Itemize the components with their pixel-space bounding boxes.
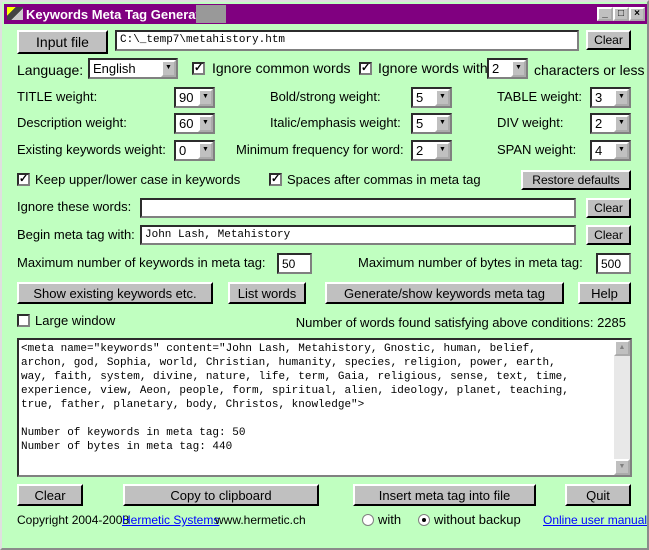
div-weight-select[interactable]: 2 ▼ xyxy=(590,113,631,134)
file-path-input[interactable]: C:\_temp7\metahistory.htm xyxy=(115,30,579,51)
chevron-down-icon: ▼ xyxy=(198,89,213,106)
clear-ignore-button[interactable]: Clear xyxy=(586,198,631,218)
bold-weight-label: Bold/strong weight: xyxy=(270,89,381,104)
title-weight-select[interactable]: 90 ▼ xyxy=(174,87,215,108)
help-button[interactable]: Help xyxy=(578,282,631,304)
restore-defaults-button[interactable]: Restore defaults xyxy=(521,170,631,190)
table-weight-label: TABLE weight: xyxy=(497,89,583,104)
min-frequency-label: Minimum frequency for word: xyxy=(236,142,404,157)
without-backup-label: without backup xyxy=(434,512,521,527)
ignore-short-label: Ignore words with xyxy=(378,60,488,76)
chevron-down-icon: ▼ xyxy=(614,115,629,132)
chevron-down-icon: ▼ xyxy=(435,115,450,132)
max-bytes-input[interactable]: 500 xyxy=(596,253,631,274)
insert-meta-button[interactable]: Insert meta tag into file xyxy=(353,484,536,506)
vertical-scrollbar[interactable]: ▲ ▼ xyxy=(614,340,630,475)
ignore-words-label: Ignore these words: xyxy=(17,199,132,214)
spaces-label: Spaces after commas in meta tag xyxy=(287,172,481,187)
maximize-button[interactable]: □ xyxy=(613,7,629,21)
min-chars-value: 2 xyxy=(492,61,500,76)
close-button[interactable]: × xyxy=(629,7,645,21)
max-bytes-label: Maximum number of bytes in meta tag: xyxy=(358,255,583,270)
minimize-button[interactable]: _ xyxy=(597,7,613,21)
list-words-button[interactable]: List words xyxy=(228,282,306,304)
hermetic-systems-link[interactable]: Hermetic Systems xyxy=(122,513,219,527)
with-backup-label: with xyxy=(378,512,402,527)
existing-weight-value: 0 xyxy=(179,143,187,158)
table-weight-select[interactable]: 3 ▼ xyxy=(590,87,631,108)
clear-path-button[interactable]: Clear xyxy=(586,30,631,50)
ignore-words-input[interactable] xyxy=(140,198,576,218)
italic-weight-value: 5 xyxy=(416,116,424,131)
scroll-up-icon[interactable]: ▲ xyxy=(614,340,630,356)
span-weight-label: SPAN weight: xyxy=(497,142,577,157)
title-weight-value: 90 xyxy=(179,90,194,105)
input-file-button[interactable]: Input file xyxy=(17,30,108,54)
copy-clipboard-button[interactable]: Copy to clipboard xyxy=(123,484,319,506)
copyright-text: Copyright 2004-2008 xyxy=(17,513,130,527)
language-label: Language: xyxy=(17,62,84,78)
app-icon xyxy=(7,7,23,20)
span-weight-select[interactable]: 4 ▼ xyxy=(590,140,631,161)
quit-button[interactable]: Quit xyxy=(565,484,631,506)
title-weight-label: TITLE weight: xyxy=(17,89,98,104)
div-weight-label: DIV weight: xyxy=(497,115,564,130)
chevron-down-icon: ▼ xyxy=(161,60,176,77)
online-manual-link[interactable]: Online user manual xyxy=(543,513,647,527)
span-weight-value: 4 xyxy=(595,143,603,158)
title-placeholder xyxy=(196,5,226,23)
description-weight-value: 60 xyxy=(179,116,194,131)
italic-weight-label: Italic/emphasis weight: xyxy=(270,115,401,130)
italic-weight-select[interactable]: 5 ▼ xyxy=(411,113,452,134)
clear-begin-button[interactable]: Clear xyxy=(586,225,631,245)
min-frequency-select[interactable]: 2 ▼ xyxy=(411,140,452,161)
chevron-down-icon: ▼ xyxy=(614,142,629,159)
description-weight-select[interactable]: 60 ▼ xyxy=(174,113,215,134)
existing-weight-select[interactable]: 0 ▼ xyxy=(174,140,215,161)
div-weight-value: 2 xyxy=(595,116,603,131)
show-existing-button[interactable]: Show existing keywords etc. xyxy=(17,282,213,304)
chevron-down-icon: ▼ xyxy=(435,142,450,159)
output-text: <meta name="keywords" content="John Lash… xyxy=(21,343,569,453)
chevron-down-icon: ▼ xyxy=(511,60,526,77)
chevron-down-icon: ▼ xyxy=(435,89,450,106)
existing-weight-label: Existing keywords weight: xyxy=(17,142,166,157)
bold-weight-select[interactable]: 5 ▼ xyxy=(411,87,452,108)
language-select[interactable]: English ▼ xyxy=(88,58,178,79)
large-window-label: Large window xyxy=(35,313,116,328)
chevron-down-icon: ▼ xyxy=(614,89,629,106)
chevron-down-icon: ▼ xyxy=(198,115,213,132)
large-window-checkbox[interactable] xyxy=(17,314,30,327)
min-frequency-value: 2 xyxy=(416,143,424,158)
max-keywords-label: Maximum number of keywords in meta tag: xyxy=(17,255,266,270)
bold-weight-value: 5 xyxy=(416,90,424,105)
chevron-down-icon: ▼ xyxy=(198,142,213,159)
radio-selected-dot xyxy=(422,518,426,522)
keep-case-label: Keep upper/lower case in keywords xyxy=(35,172,241,187)
word-count-text: Number of words found satisfying above c… xyxy=(295,315,626,330)
ignore-short-checkbox[interactable]: ✓ xyxy=(359,62,372,75)
begin-meta-label: Begin meta tag with: xyxy=(17,227,135,242)
clear-output-button[interactable]: Clear xyxy=(17,484,83,506)
language-value: English xyxy=(93,61,136,76)
chars-suffix-label: characters or less xyxy=(534,62,645,78)
ignore-common-label: Ignore common words xyxy=(212,60,351,76)
generate-button[interactable]: Generate/show keywords meta tag xyxy=(325,282,564,304)
description-weight-label: Description weight: xyxy=(17,115,127,130)
title-bar: Keywords Meta Tag Generator _ □ × xyxy=(4,4,647,24)
table-weight-value: 3 xyxy=(595,90,603,105)
keep-case-checkbox[interactable]: ✓ xyxy=(17,173,30,186)
spaces-checkbox[interactable]: ✓ xyxy=(269,173,282,186)
with-backup-radio[interactable] xyxy=(362,514,374,526)
scroll-down-icon[interactable]: ▼ xyxy=(614,459,630,475)
begin-meta-input[interactable]: John Lash, Metahistory xyxy=(140,225,576,245)
website-text: www.hermetic.ch xyxy=(215,513,306,527)
output-textarea[interactable]: <meta name="keywords" content="John Lash… xyxy=(17,338,632,477)
max-keywords-input[interactable]: 50 xyxy=(277,253,312,274)
window-title: Keywords Meta Tag Generator xyxy=(26,7,213,22)
without-backup-radio[interactable] xyxy=(418,514,430,526)
ignore-common-checkbox[interactable]: ✓ xyxy=(192,62,205,75)
min-chars-select[interactable]: 2 ▼ xyxy=(487,58,528,79)
